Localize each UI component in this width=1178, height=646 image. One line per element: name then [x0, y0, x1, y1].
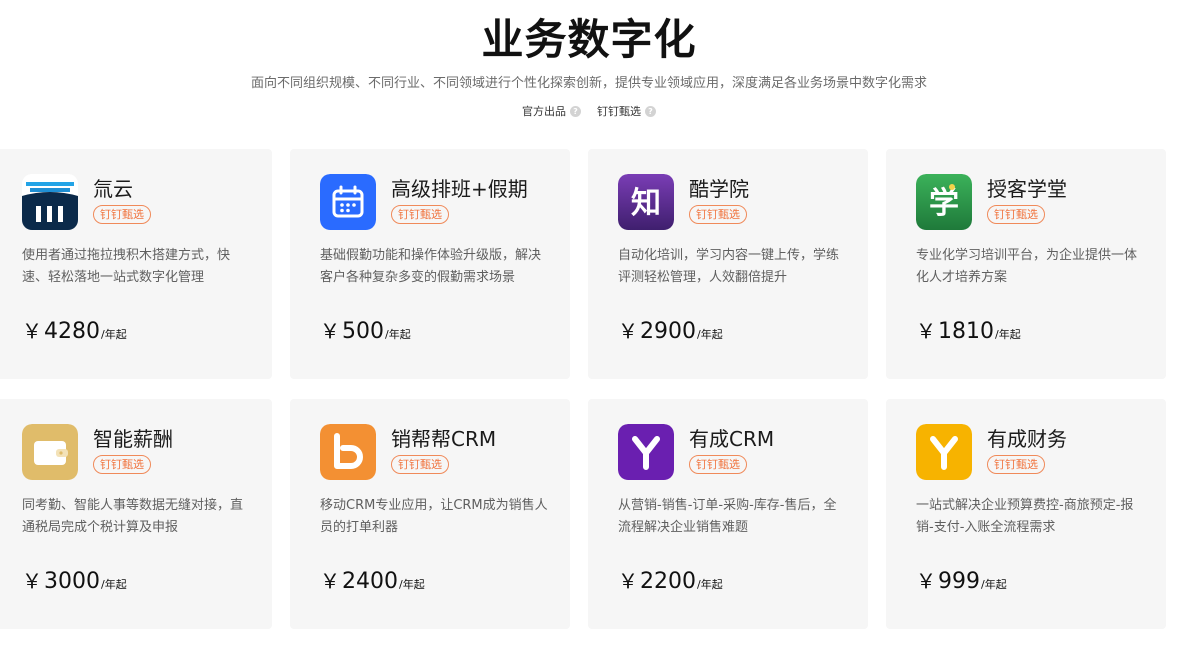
product-price: ￥ 1810 /年起	[916, 315, 1021, 344]
product-name: 高级排班+假期	[391, 177, 528, 201]
price-currency: ￥	[916, 569, 936, 593]
product-card-salary[interactable]: 智能薪酬 钉钉甄选 同考勤、智能人事等数据无缝对接，直通税局完成个税计算及申报 …	[0, 399, 272, 629]
product-name: 有成CRM	[689, 427, 775, 451]
product-price: ￥ 2200 /年起	[618, 565, 723, 594]
product-price: ￥ 3000 /年起	[22, 565, 127, 594]
price-currency: ￥	[320, 319, 340, 343]
product-name: 氚云	[93, 177, 133, 201]
price-unit: /年起	[697, 328, 723, 341]
product-description: 移动CRM专业应用，让CRM成为销售人员的打单利器	[320, 498, 548, 535]
price-amount: 2200	[640, 569, 696, 594]
price-amount: 999	[938, 569, 980, 594]
filter-official[interactable]: 官方出品 ?	[522, 103, 581, 119]
product-description: 使用者通过拖拉拽积木搭建方式，快速、轻松落地一站式数字化管理	[22, 248, 231, 285]
price-unit: /年起	[101, 578, 127, 591]
price-unit: /年起	[981, 578, 1007, 591]
svg-text:知: 知	[631, 186, 661, 221]
product-price: ￥ 2400 /年起	[320, 565, 425, 594]
price-unit: /年起	[697, 578, 723, 591]
page-subtitle: 面向不同组织规模、不同行业、不同领域进行个性化探索创新，提供专业领域应用，深度满…	[250, 76, 927, 91]
price-currency: ￥	[22, 319, 42, 343]
price-unit: /年起	[385, 328, 411, 341]
letter-b-icon	[320, 424, 376, 480]
selected-badge: 钉钉甄选	[987, 205, 1045, 224]
selected-badge: 钉钉甄选	[987, 455, 1045, 474]
calendar-icon	[320, 174, 376, 230]
product-card-shouke[interactable]: 学 授客学堂 钉钉甄选 专业化学习培训平台，为企业提供一体化人才培养方案 ￥ 1…	[886, 149, 1166, 379]
product-name: 酷学院	[689, 177, 749, 201]
price-amount: 3000	[44, 569, 100, 594]
product-name: 销帮帮CRM	[391, 427, 497, 451]
y-logo-icon	[618, 424, 674, 480]
product-description: 同考勤、智能人事等数据无缝对接，直通税局完成个税计算及申报	[22, 498, 244, 535]
price-currency: ￥	[618, 569, 638, 593]
product-card-scheduling[interactable]: 高级排班+假期 钉钉甄选 基础假勤功能和操作体验升级版，解决客户各种复杂多变的假…	[290, 149, 570, 379]
price-currency: ￥	[618, 319, 638, 343]
zhi-char-icon: 知	[618, 174, 674, 230]
y-logo-icon	[916, 424, 972, 480]
product-card-youcheng-crm[interactable]: 有成CRM 钉钉甄选 从营销-销售-订单-采购-库存-售后，全流程解决企业销售难…	[588, 399, 868, 629]
price-currency: ￥	[320, 569, 340, 593]
filter-dingtalk-selected-label: 钉钉甄选	[597, 105, 641, 118]
price-amount: 500	[342, 319, 384, 344]
product-name: 有成财务	[987, 427, 1067, 451]
product-description: 一站式解决企业预算费控-商旅预定-报销-支付-入账全流程需求	[916, 498, 1134, 535]
filter-dingtalk-selected[interactable]: 钉钉甄选 ?	[597, 103, 656, 119]
selected-badge: 钉钉甄选	[93, 455, 151, 474]
product-description: 专业化学习培训平台，为企业提供一体化人才培养方案	[916, 248, 1138, 285]
price-amount: 4280	[44, 319, 100, 344]
product-description: 从营销-销售-订单-采购-库存-售后，全流程解决企业销售难题	[618, 498, 837, 535]
product-name: 智能薪酬	[93, 427, 173, 451]
product-price: ￥ 999 /年起	[916, 565, 1007, 594]
product-description: 自动化培训，学习内容一键上传，学练评测轻松管理，人效翻倍提升	[618, 248, 840, 285]
product-card-chuanyun[interactable]: 氚云 钉钉甄选 使用者通过拖拉拽积木搭建方式，快速、轻松落地一站式数字化管理 ￥…	[0, 149, 272, 379]
filter-bar: 官方出品 ? 钉钉甄选 ?	[0, 103, 1178, 119]
price-currency: ￥	[22, 569, 42, 593]
product-card-xiaobangbang[interactable]: 销帮帮CRM 钉钉甄选 移动CRM专业应用，让CRM成为销售人员的打单利器 ￥ …	[290, 399, 570, 629]
product-price: ￥ 2900 /年起	[618, 315, 723, 344]
selected-badge: 钉钉甄选	[689, 455, 747, 474]
svg-text:学: 学	[929, 186, 959, 221]
question-icon[interactable]: ?	[570, 105, 581, 117]
selected-badge: 钉钉甄选	[689, 205, 747, 224]
selected-badge: 钉钉甄选	[391, 455, 449, 474]
price-unit: /年起	[101, 328, 127, 341]
product-description: 基础假勤功能和操作体验升级版，解决客户各种复杂多变的假勤需求场景	[320, 248, 542, 285]
price-currency: ￥	[916, 319, 936, 343]
price-unit: /年起	[399, 578, 425, 591]
wallet-icon	[22, 424, 78, 480]
page-title: 业务数字化	[481, 15, 697, 64]
price-unit: /年起	[995, 328, 1021, 341]
price-amount: 2900	[640, 319, 696, 344]
chuanyun-logo-icon	[22, 174, 78, 230]
question-icon[interactable]: ?	[645, 105, 656, 117]
selected-badge: 钉钉甄选	[93, 205, 151, 224]
xue-char-icon: 学	[916, 174, 972, 230]
price-amount: 1810	[938, 319, 994, 344]
selected-badge: 钉钉甄选	[391, 205, 449, 224]
product-card-kuxueyuan[interactable]: 知 酷学院 钉钉甄选 自动化培训，学习内容一键上传，学练评测轻松管理，人效翻倍提…	[588, 149, 868, 379]
filter-official-label: 官方出品	[522, 105, 566, 118]
product-name: 授客学堂	[987, 177, 1067, 201]
product-price: ￥ 500 /年起	[320, 315, 411, 344]
price-amount: 2400	[342, 569, 398, 594]
product-card-youcheng-finance[interactable]: 有成财务 钉钉甄选 一站式解决企业预算费控-商旅预定-报销-支付-入账全流程需求…	[886, 399, 1166, 629]
product-price: ￥ 4280 /年起	[22, 315, 127, 344]
